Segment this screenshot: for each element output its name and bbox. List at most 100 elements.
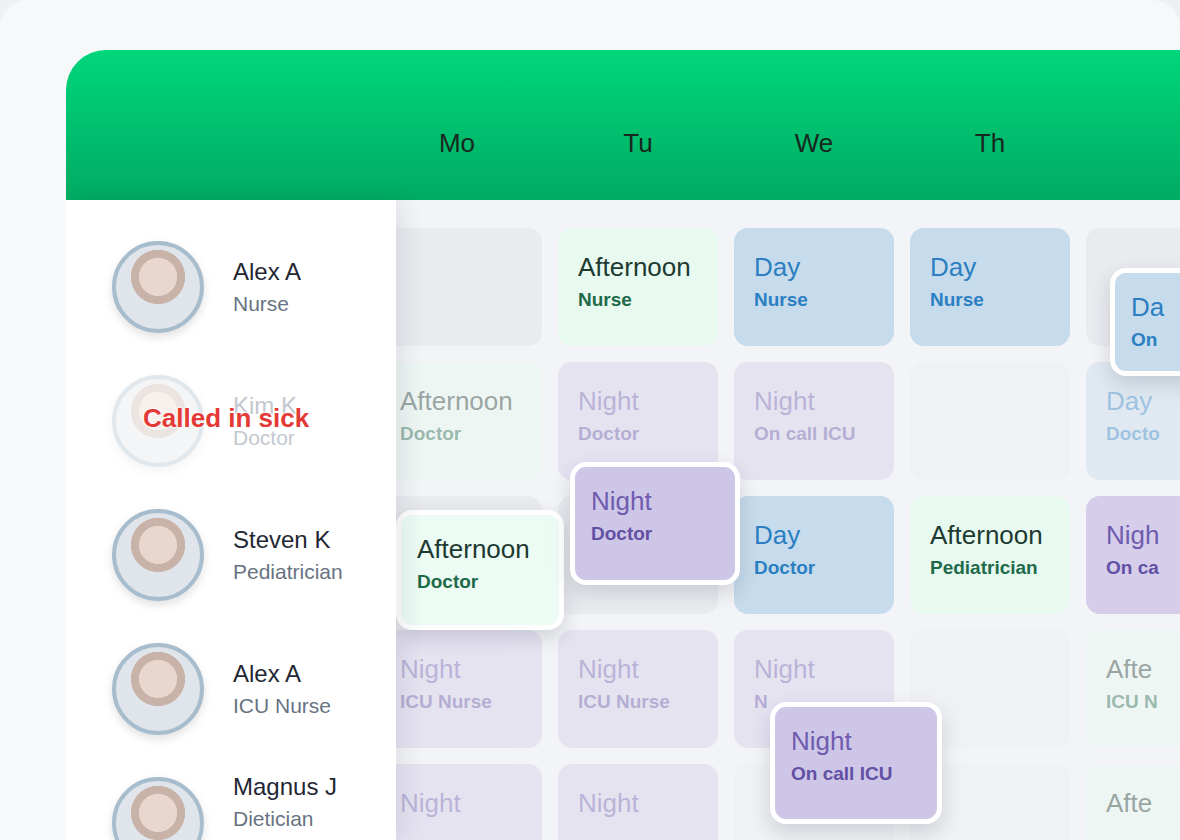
shift-title: Night bbox=[400, 654, 522, 685]
shift-slot: DayDoctor bbox=[734, 496, 894, 614]
staff-info: Steven K Pediatrician bbox=[233, 526, 343, 584]
shift-slot: NightICU Nurse bbox=[558, 630, 718, 748]
shift-title: Afternoon bbox=[930, 520, 1050, 551]
shift-title: Night bbox=[578, 788, 698, 819]
shift-content: Afternoon Nurse bbox=[578, 252, 698, 312]
shift-title: Afternoon bbox=[417, 534, 543, 565]
shift-row: AfternoonNurseDayNurseDayNurseDaOn bbox=[396, 228, 1180, 346]
shift-row: AfternoonDoctor Night Doctor NightOn call I… bbox=[396, 362, 1180, 480]
shift-content: DayDoctor bbox=[754, 520, 874, 580]
shift-slot: AfteICU N bbox=[1086, 630, 1180, 748]
shift-cell[interactable]: Day Nurse bbox=[910, 228, 1070, 346]
shift-content: Night Doctor bbox=[578, 386, 698, 446]
shift-content: DaOn bbox=[1131, 292, 1180, 352]
shift-role: On call ICU bbox=[754, 423, 874, 446]
staff-sidebar: Alex ANurse Kim KDoctorCalled in sick Stev… bbox=[66, 200, 396, 840]
staff-info: Alex ANurse bbox=[233, 258, 301, 316]
shift-content: NightICU Nurse bbox=[578, 654, 698, 714]
staff-role: Pediatrician bbox=[233, 560, 343, 584]
shift-cell[interactable]: Night bbox=[558, 764, 718, 840]
shift-content: Afternoon Pediatrician bbox=[930, 520, 1050, 580]
shift-slot: NightDoctor bbox=[558, 496, 718, 614]
shift-role: Doctor bbox=[578, 423, 698, 446]
shift-content: Day Nurse bbox=[754, 252, 874, 312]
shift-role: Nurse bbox=[930, 289, 1050, 312]
staff-name: Alex A bbox=[233, 258, 301, 286]
day-columns: MoTuWeTh bbox=[396, 50, 1180, 200]
shift-role: Doctor bbox=[591, 523, 719, 546]
shift-cell[interactable] bbox=[910, 362, 1070, 480]
shift-content: Nigh On ca bbox=[1106, 520, 1180, 580]
staff-row[interactable]: Steven K Pediatrician bbox=[66, 496, 396, 614]
shift-content: AfteICU N bbox=[1106, 654, 1180, 714]
shift-role: On call ICU bbox=[791, 763, 921, 786]
shift-content: Night bbox=[578, 788, 698, 819]
shift-cell[interactable]: DayDocto bbox=[1086, 362, 1180, 480]
shift-cell[interactable]: Nigh On ca bbox=[1086, 496, 1180, 614]
shift-cell[interactable] bbox=[396, 228, 542, 346]
day-label: Mo bbox=[396, 92, 542, 159]
staff-row[interactable]: Kim KDoctorCalled in sick bbox=[66, 362, 396, 480]
shift-role: Nurse bbox=[754, 289, 874, 312]
staff-role: Dietician bbox=[233, 807, 337, 831]
staff-row[interactable]: Alex A ICU Nurse bbox=[66, 630, 396, 748]
shift-slot: Night bbox=[396, 764, 542, 840]
shift-cell[interactable]: Night bbox=[396, 764, 542, 840]
dragged-shift-card[interactable]: Night Doctor bbox=[570, 462, 740, 585]
shift-role: Pediatrician bbox=[930, 557, 1050, 580]
shift-content: Night Doctor bbox=[591, 486, 719, 546]
avatar-photo bbox=[112, 509, 204, 601]
shift-cell[interactable]: Day Nurse bbox=[734, 228, 894, 346]
shift-row: AfternoonDoctorNightDoctorDayDoctorAfter… bbox=[396, 496, 1180, 614]
dragged-shift-card[interactable]: NightOn call ICU bbox=[770, 702, 942, 824]
shift-title: Afternoon bbox=[578, 252, 698, 283]
shift-title: Night bbox=[591, 486, 719, 517]
day-label: We bbox=[734, 92, 894, 159]
staff-row[interactable]: Magnus JDietician bbox=[66, 764, 396, 840]
staff-info: Magnus JDietician bbox=[233, 773, 337, 831]
shift-content: NightOn call ICU bbox=[754, 386, 874, 446]
shift-title: Nigh bbox=[1106, 520, 1180, 551]
shift-title: Day bbox=[930, 252, 1050, 283]
staff-name: Steven K bbox=[233, 526, 343, 554]
shift-row: NightICU NurseNightICU NurseNightNNightO… bbox=[396, 630, 1180, 748]
shift-cell[interactable]: Afte bbox=[1086, 764, 1180, 840]
shift-cell[interactable]: NightICU Nurse bbox=[558, 630, 718, 748]
shift-role: Docto bbox=[1106, 423, 1180, 446]
shift-title: Day bbox=[754, 252, 874, 283]
shift-cell[interactable]: NightICU Nurse bbox=[396, 630, 542, 748]
staff-role: ICU Nurse bbox=[233, 694, 331, 718]
shift-role: Doctor bbox=[417, 571, 543, 594]
shift-title: Afte bbox=[1106, 654, 1180, 685]
shift-cell[interactable]: DayDoctor bbox=[734, 496, 894, 614]
shift-slot: Afternoon Nurse bbox=[558, 228, 718, 346]
shift-content: Afternoon Doctor bbox=[417, 534, 543, 594]
shift-slot: AfternoonDoctor bbox=[396, 362, 542, 480]
shift-cell[interactable]: AfteICU N bbox=[1086, 630, 1180, 748]
shift-content: Night bbox=[400, 788, 522, 819]
staff-row[interactable]: Alex ANurse bbox=[66, 228, 396, 346]
shift-slot: Nigh On ca bbox=[1086, 496, 1180, 614]
shift-title: Day bbox=[754, 520, 874, 551]
shift-role: On ca bbox=[1106, 557, 1180, 580]
shift-slot: DayDocto bbox=[1086, 362, 1180, 480]
staff-name: Alex A bbox=[233, 660, 331, 688]
shift-slot bbox=[910, 362, 1070, 480]
dragged-shift-card[interactable]: Afternoon Doctor bbox=[396, 510, 564, 630]
shift-title: Night bbox=[400, 788, 522, 819]
dragged-shift-card[interactable]: DaOn bbox=[1110, 268, 1180, 376]
shift-slot: Day Nurse bbox=[734, 228, 894, 346]
header-spacer bbox=[66, 50, 396, 200]
shift-role: Nurse bbox=[578, 289, 698, 312]
schedule-body: Alex ANurseKim KDoctorCalled in sickStev… bbox=[66, 200, 1180, 840]
shift-slot: Night bbox=[558, 764, 718, 840]
shift-cell[interactable]: NightOn call ICU bbox=[734, 362, 894, 480]
shift-title: Night bbox=[578, 386, 698, 417]
shift-slot bbox=[396, 228, 542, 346]
shift-slot: Afternoon Doctor bbox=[396, 496, 542, 614]
shift-cell[interactable]: Afternoon Pediatrician bbox=[910, 496, 1070, 614]
shift-cell[interactable]: Afternoon Nurse bbox=[558, 228, 718, 346]
shift-content: DayDocto bbox=[1106, 386, 1180, 446]
shift-cell[interactable]: AfternoonDoctor bbox=[396, 362, 542, 480]
app-frame: MoTuWeTh Alex ANurseKim KDoctorCalled in… bbox=[0, 0, 1180, 840]
